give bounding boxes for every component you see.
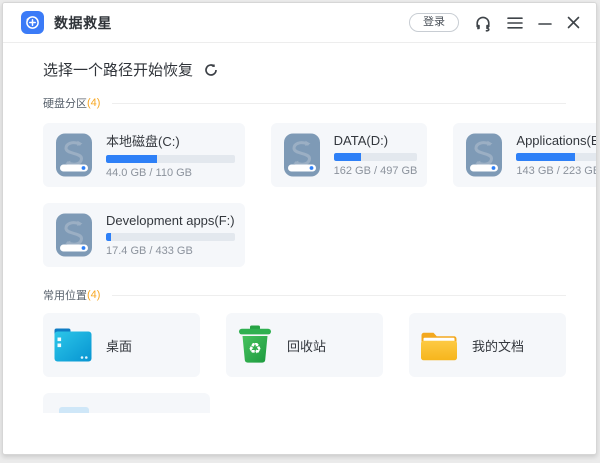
drive-usage-bar	[516, 153, 597, 161]
drive-capacity: 143 GB / 223 GB	[516, 165, 597, 177]
location-label: 我的文档	[472, 336, 524, 355]
location-card-partial[interactable]	[43, 393, 210, 413]
drive-usage-bar	[106, 155, 235, 163]
drive-card-d[interactable]: DATA(D:) 162 GB / 497 GB	[271, 123, 428, 187]
support-headset-icon[interactable]	[474, 14, 492, 32]
page-title: 选择一个路径开始恢复	[43, 59, 193, 80]
app-title: 数据救星	[54, 13, 112, 33]
drive-usage-bar	[106, 233, 235, 241]
drive-icon	[54, 212, 94, 258]
location-card-desktop[interactable]: 桌面	[43, 313, 200, 377]
drive-capacity: 17.4 GB / 433 GB	[106, 245, 235, 257]
locations-grid: 桌面 ♻ 回收站	[43, 313, 566, 377]
section-partitions-label: 硬盘分区	[43, 95, 87, 111]
drive-name: 本地磁盘(C:)	[106, 131, 235, 150]
drive-usage-fill	[334, 153, 362, 161]
drive-icon	[464, 132, 504, 178]
folder-icon-partial	[59, 407, 89, 413]
section-partitions-header: 硬盘分区(4)	[43, 95, 566, 111]
section-locations-header: 常用位置(4)	[43, 287, 566, 303]
close-icon[interactable]	[567, 16, 580, 29]
content-area: 选择一个路径开始恢复 硬盘分区(4)	[3, 59, 596, 413]
drive-usage-fill	[106, 155, 157, 163]
app-window: 数据救星 登录	[2, 2, 597, 455]
documents-folder-icon	[420, 330, 458, 361]
drive-name: DATA(D:)	[334, 133, 418, 148]
svg-text:♻: ♻	[248, 340, 261, 358]
section-divider	[112, 295, 566, 296]
drive-name: Applications(E:)	[516, 133, 597, 148]
partitions-grid: 本地磁盘(C:) 44.0 GB / 110 GB	[43, 123, 566, 267]
drive-usage-fill	[516, 153, 574, 161]
app-logo-icon	[21, 11, 44, 34]
recycle-bin-icon: ♻	[237, 325, 273, 365]
location-card-documents[interactable]: 我的文档	[409, 313, 566, 377]
desktop-folder-icon	[54, 328, 92, 362]
section-locations-label: 常用位置	[43, 287, 87, 303]
drive-icon	[282, 132, 322, 178]
drive-icon	[54, 132, 94, 178]
section-partitions-count: (4)	[87, 97, 100, 109]
section-locations-count: (4)	[87, 289, 100, 301]
titlebar: 数据救星 登录	[3, 3, 596, 43]
location-label: 桌面	[106, 336, 132, 355]
drive-usage-bar	[334, 153, 418, 161]
drive-card-f[interactable]: Development apps(F:) 17.4 GB / 433 GB	[43, 203, 245, 267]
drive-name: Development apps(F:)	[106, 213, 235, 228]
login-button[interactable]: 登录	[409, 13, 459, 32]
drive-capacity: 162 GB / 497 GB	[334, 165, 418, 177]
section-divider	[112, 103, 566, 104]
location-card-recycle-bin[interactable]: ♻ 回收站	[226, 313, 383, 377]
menu-icon[interactable]	[507, 16, 523, 30]
drive-usage-fill	[106, 233, 111, 241]
location-label: 回收站	[287, 336, 326, 355]
drive-capacity: 44.0 GB / 110 GB	[106, 167, 235, 179]
minimize-icon[interactable]	[538, 16, 552, 30]
drive-card-e[interactable]: Applications(E:) 143 GB / 223 GB	[453, 123, 597, 187]
refresh-icon[interactable]	[204, 63, 218, 77]
drive-card-c[interactable]: 本地磁盘(C:) 44.0 GB / 110 GB	[43, 123, 245, 187]
